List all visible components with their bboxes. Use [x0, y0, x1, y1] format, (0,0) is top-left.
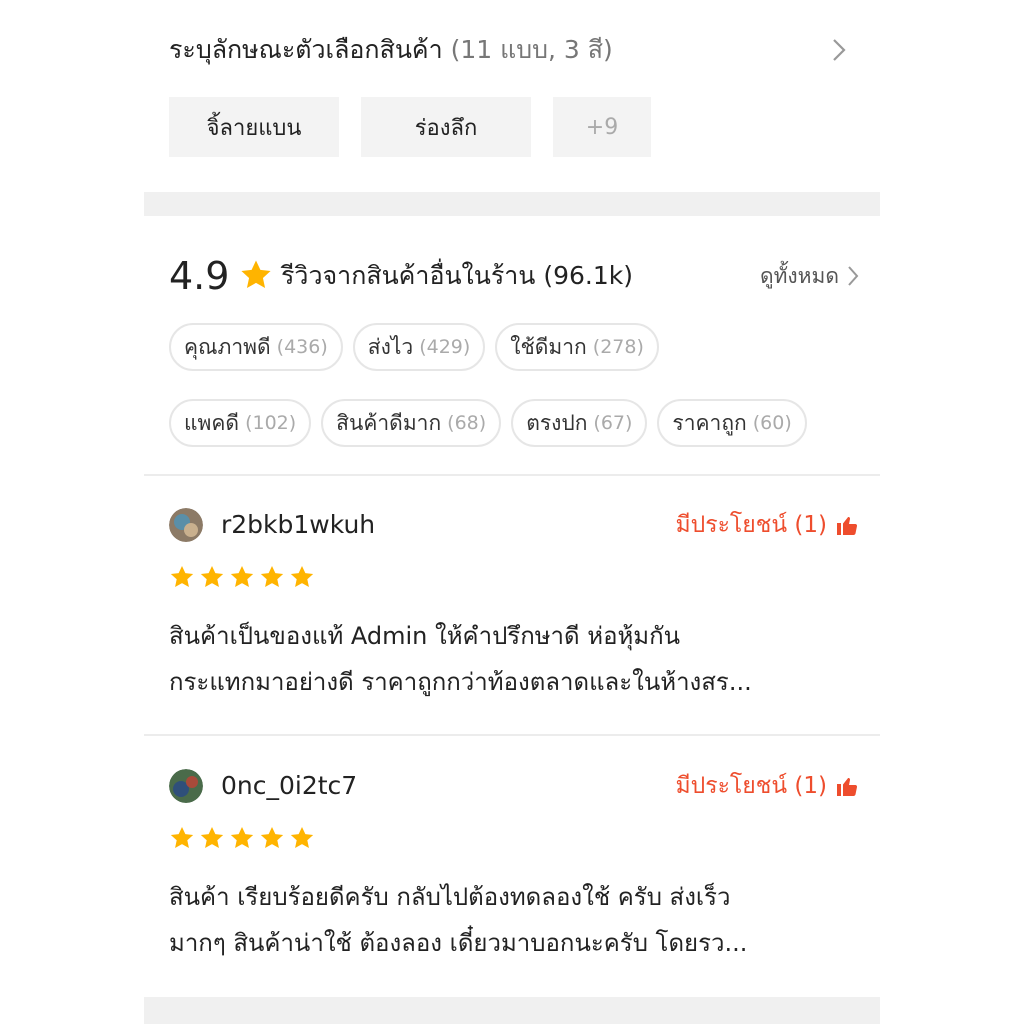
- star-icon: [200, 826, 224, 848]
- variant-count: (11 แบบ, 3 สี): [450, 35, 613, 64]
- review-tag[interactable]: ตรงปก (67): [511, 399, 648, 447]
- thumbs-up-icon: [837, 778, 858, 796]
- avatar[interactable]: [169, 508, 203, 542]
- divider: [144, 734, 880, 736]
- variant-option-2[interactable]: ร่องลึก: [361, 97, 531, 157]
- review-tag[interactable]: แพคดี (102): [169, 399, 312, 447]
- review-item: 0nc_0i2tc7 มีประโยชน์ (1) สินค้า เรียบร้…: [169, 769, 859, 979]
- product-panel: ระบุลักษณะตัวเลือกสินค้า (11 แบบ, 3 สี) …: [144, 0, 880, 1024]
- helpful-label: มีประโยชน์ (1): [675, 773, 827, 799]
- variant-more-button[interactable]: +9: [553, 97, 651, 157]
- star-icon: [170, 565, 194, 587]
- star-icon: [170, 826, 194, 848]
- section-separator: [144, 997, 880, 1024]
- star-icon: [290, 826, 314, 848]
- helpful-button[interactable]: มีประโยชน์ (1): [675, 508, 859, 542]
- review-stars: [169, 825, 315, 851]
- avatar[interactable]: [169, 769, 203, 803]
- review-text-line-1: สินค้า เรียบร้อยดีครับ กลับไปต้องทดลองใช…: [169, 883, 731, 911]
- review-text-line-2: กระแทกมาอย่างดี ราคาถูกกว่าท้องตลาดและใน…: [169, 668, 752, 696]
- section-separator: [144, 192, 880, 216]
- review-text-line-2: มากๆ สินค้าน่าใช้ ต้องลอง เดี๋ยวมาบอกนะค…: [169, 929, 748, 957]
- review-username[interactable]: r2bkb1wkuh: [221, 508, 375, 542]
- reviews-title: รีวิวจากสินค้าอื่นในร้าน (96.1k): [281, 261, 633, 290]
- review-tag[interactable]: ใช้ดีมาก (278): [495, 323, 659, 371]
- divider: [144, 474, 880, 476]
- star-icon: [230, 565, 254, 587]
- rating-score: 4.9: [169, 254, 230, 298]
- chevron-right-icon: [848, 266, 859, 286]
- variant-options: จิ้ลายแบน ร่องลึก +9: [169, 97, 651, 157]
- variant-option-1[interactable]: จิ้ลายแบน: [169, 97, 339, 157]
- review-tag[interactable]: สินค้าดีมาก (68): [321, 399, 502, 447]
- review-text[interactable]: สินค้าเป็นของแท้ Admin ให้คำปรึกษาดี ห่อ…: [169, 613, 859, 705]
- reviews-header: 4.9 รีวิวจากสินค้าอื่นในร้าน (96.1k) ดูท…: [169, 250, 859, 302]
- star-icon: [239, 258, 273, 292]
- variant-title: ระบุลักษณะตัวเลือกสินค้า (11 แบบ, 3 สี): [169, 35, 613, 64]
- review-tags-row-1: คุณภาพดี (436) ส่งไว (429) ใช้ดีมาก (278): [169, 323, 869, 371]
- helpful-button[interactable]: มีประโยชน์ (1): [675, 769, 859, 803]
- review-text-line-1: สินค้าเป็นของแท้ Admin ให้คำปรึกษาดี ห่อ…: [169, 622, 681, 650]
- star-icon: [260, 826, 284, 848]
- review-username[interactable]: 0nc_0i2tc7: [221, 769, 357, 803]
- see-all-label: ดูทั้งหมด: [759, 263, 839, 288]
- variant-selector-row[interactable]: ระบุลักษณะตัวเลือกสินค้า (11 แบบ, 3 สี): [169, 30, 859, 70]
- review-stars: [169, 564, 315, 590]
- star-icon: [260, 565, 284, 587]
- chevron-right-icon[interactable]: [819, 30, 859, 70]
- see-all-link[interactable]: ดูทั้งหมด: [760, 250, 859, 302]
- review-tag[interactable]: ส่งไว (429): [352, 323, 486, 371]
- thumbs-up-icon: [837, 517, 858, 535]
- review-tag[interactable]: คุณภาพดี (436): [169, 323, 343, 371]
- star-icon: [200, 565, 224, 587]
- review-tag[interactable]: ราคาถูก (60): [657, 399, 807, 447]
- review-text[interactable]: สินค้า เรียบร้อยดีครับ กลับไปต้องทดลองใช…: [169, 874, 859, 966]
- star-icon: [290, 565, 314, 587]
- review-tags-row-2: แพคดี (102) สินค้าดีมาก (68) ตรงปก (67) ราค…: [169, 399, 869, 447]
- star-icon: [230, 826, 254, 848]
- helpful-label: มีประโยชน์ (1): [675, 512, 827, 538]
- review-item: r2bkb1wkuh มีประโยชน์ (1) สินค้าเป็นของแ…: [169, 508, 859, 718]
